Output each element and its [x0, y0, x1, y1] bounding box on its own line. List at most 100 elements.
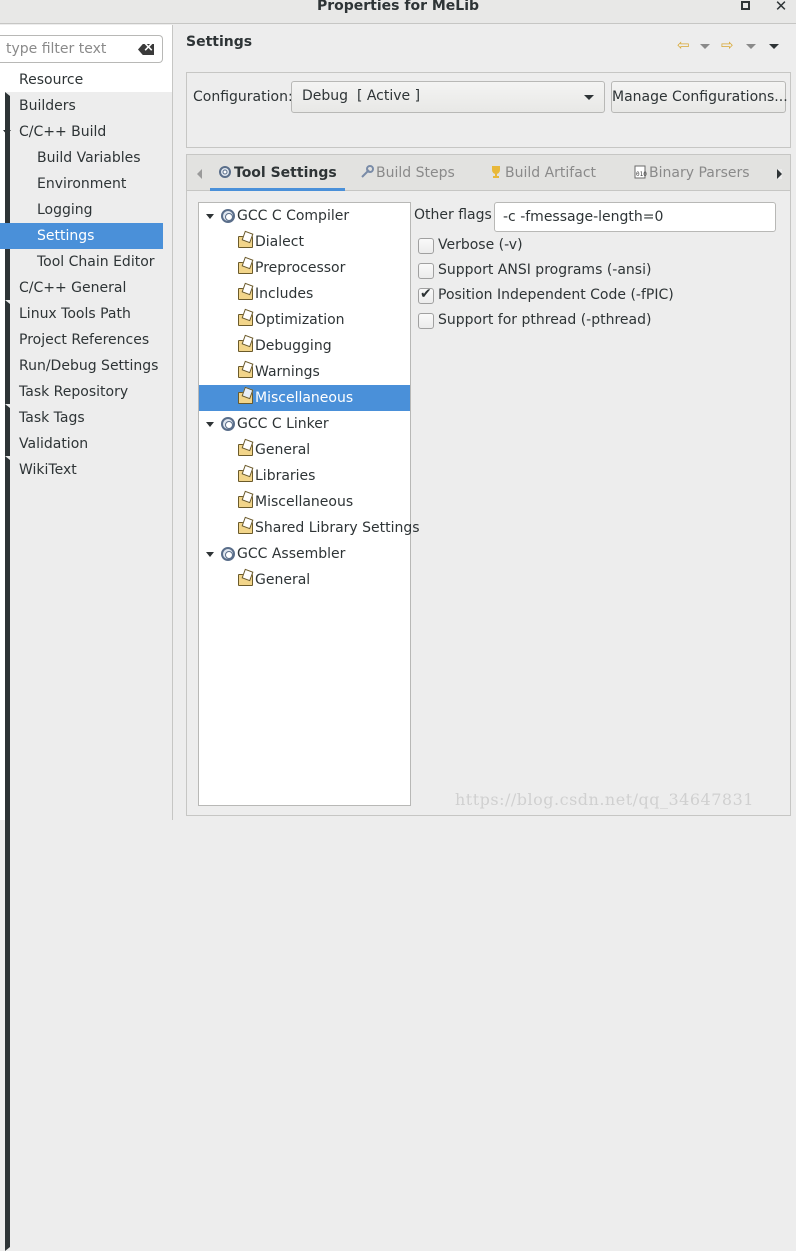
- option-category-icon: [238, 522, 253, 534]
- nav-item-c-c-general[interactable]: C/C++ General: [0, 275, 628, 1095]
- maximize-icon: [741, 1, 750, 10]
- tree-item-label: General: [255, 572, 311, 588]
- window-title: Properties for MeLib: [316, 0, 480, 14]
- tree-option-item[interactable]: General: [199, 437, 410, 463]
- property-page-nav: type filter text Resource Builders C/C++ B…: [0, 25, 628, 1251]
- page-title: Settings: [186, 34, 253, 50]
- tree-tool-item[interactable]: GCC C Linker: [199, 411, 410, 437]
- tree-option-item[interactable]: Optimization: [199, 307, 410, 333]
- nav-item-label: C/C++ General: [19, 280, 127, 296]
- nav-item-label: WikiText: [19, 462, 77, 478]
- tree-option-item[interactable]: Miscellaneous: [199, 385, 410, 411]
- tool-gear-icon: [221, 547, 235, 561]
- expand-down-icon[interactable]: [206, 552, 214, 557]
- tree-option-item[interactable]: Dialect: [199, 229, 410, 255]
- nav-item-tool-chain-editor[interactable]: Tool Chain Editor: [0, 249, 163, 275]
- nav-tree: Resource Builders C/C++ Build Build Variabl…: [0, 67, 628, 1251]
- binary-icon: 010: [634, 165, 647, 179]
- nav-item-run-debug-settings[interactable]: Run/Debug Settings: [0, 353, 163, 379]
- option-category-icon: [238, 288, 253, 300]
- tree-tool-item[interactable]: GCC Assembler: [199, 541, 410, 567]
- nav-item-label: Builders: [19, 98, 76, 114]
- option-category-icon: [238, 366, 253, 378]
- tab-tool-settings[interactable]: Tool Settings: [210, 155, 345, 191]
- checkbox-box-checked: [418, 286, 434, 304]
- scroll-tabs-right-icon[interactable]: [777, 169, 782, 179]
- tree-item-label: Debugging: [255, 338, 332, 354]
- other-flags-input[interactable]: [494, 202, 776, 232]
- maximize-button[interactable]: [738, 0, 758, 14]
- nav-item-linux-tools-path[interactable]: Linux Tools Path: [0, 301, 163, 327]
- clear-filter-icon[interactable]: [138, 44, 154, 55]
- manage-configurations-button[interactable]: Manage Configurations...: [611, 81, 788, 113]
- chevron-down-icon: [746, 44, 756, 49]
- tree-option-item[interactable]: Preprocessor: [199, 255, 410, 281]
- nav-item-label: Resource: [19, 72, 84, 88]
- option-category-icon: [238, 574, 253, 586]
- tree-item-label: General: [255, 442, 311, 458]
- nav-item-label: Run/Debug Settings: [19, 358, 159, 374]
- nav-item-resource[interactable]: Resource: [0, 67, 628, 887]
- close-icon: ✕: [774, 0, 788, 15]
- checkbox-box: [418, 313, 434, 329]
- tree-item-label: Dialect: [255, 234, 304, 250]
- nav-item-task-repository[interactable]: Task Repository: [0, 379, 628, 1199]
- tree-item-label: Warnings: [255, 364, 320, 380]
- tab-bar: Tool Settings Build Steps Build Artifact…: [187, 155, 790, 191]
- nav-item-label: Build Variables: [37, 150, 141, 166]
- view-menu-icon: [769, 44, 779, 49]
- expand-down-icon[interactable]: [3, 130, 11, 135]
- title-bar: Properties for MeLib ✕: [0, 0, 796, 24]
- configuration-select[interactable]: Debug [ Active ]: [291, 81, 605, 113]
- tab-build-artifact[interactable]: Build Artifact: [489, 155, 596, 191]
- tree-option-item[interactable]: Shared Library Settings: [199, 515, 420, 541]
- nav-item-logging[interactable]: Logging: [0, 197, 163, 223]
- configuration-value: Debug [ Active ]: [302, 88, 421, 104]
- checkbox-label: Support for pthread (-pthread): [438, 312, 652, 328]
- chevron-down-icon: [700, 44, 710, 49]
- expand-down-icon[interactable]: [206, 214, 214, 219]
- filter-input[interactable]: type filter text: [0, 35, 163, 63]
- nav-item-project-references[interactable]: Project References: [0, 327, 163, 353]
- nav-item-label: Task Tags: [19, 410, 85, 426]
- nav-item-environment[interactable]: Environment: [0, 171, 163, 197]
- tree-item-label: Miscellaneous: [255, 494, 354, 510]
- option-category-icon: [238, 314, 253, 326]
- tree-tool-item[interactable]: GCC C Compiler: [199, 203, 410, 229]
- svg-text:010: 010: [636, 171, 647, 178]
- tree-item-label: Includes: [255, 286, 314, 302]
- other-flags-label: Other flags: [414, 207, 492, 223]
- tree-option-item[interactable]: Debugging: [199, 333, 410, 359]
- option-category-icon: [238, 470, 253, 482]
- checkbox-label: Position Independent Code (-fPIC): [438, 287, 674, 303]
- tree-option-item[interactable]: Includes: [199, 281, 410, 307]
- tab-build-steps[interactable]: Build Steps: [360, 155, 455, 191]
- nav-item-label: Logging: [37, 202, 93, 218]
- nav-item-settings[interactable]: Settings: [0, 223, 163, 249]
- tree-item-label: Shared Library Settings: [255, 520, 420, 536]
- tree-option-item[interactable]: Warnings: [199, 359, 410, 385]
- nav-item-c-c-build[interactable]: C/C++ Build: [0, 119, 163, 145]
- option-category-icon: [238, 496, 253, 508]
- tab-label: Tool Settings: [234, 165, 337, 181]
- nav-item-task-tags[interactable]: Task Tags: [0, 405, 163, 431]
- nav-item-validation[interactable]: Validation: [0, 431, 628, 1251]
- tab-binary-parsers[interactable]: 010 Binary Parsers: [633, 155, 750, 191]
- tool-gear-icon: [221, 417, 235, 431]
- back-arrow-icon: ⇦: [677, 36, 690, 54]
- option-category-icon: [238, 340, 253, 352]
- tree-option-item[interactable]: Libraries: [199, 463, 410, 489]
- tab-label: Build Artifact: [505, 165, 596, 181]
- tree-option-item[interactable]: General: [199, 567, 410, 593]
- nav-item-builders[interactable]: Builders: [0, 93, 163, 119]
- nav-item-build-variables[interactable]: Build Variables: [0, 145, 163, 171]
- watermark: https://blog.csdn.net/qq_34647831: [455, 790, 754, 809]
- nav-item-label: Tool Chain Editor: [37, 254, 155, 270]
- option-category-icon: [238, 444, 253, 456]
- close-button[interactable]: ✕: [771, 0, 791, 14]
- scroll-tabs-left-icon[interactable]: [197, 169, 202, 179]
- tree-option-item[interactable]: Miscellaneous: [199, 489, 410, 515]
- expand-down-icon[interactable]: [206, 422, 214, 427]
- forward-arrow-icon: ⇨: [721, 36, 734, 54]
- nav-item-wikitext[interactable]: WikiText: [0, 457, 163, 483]
